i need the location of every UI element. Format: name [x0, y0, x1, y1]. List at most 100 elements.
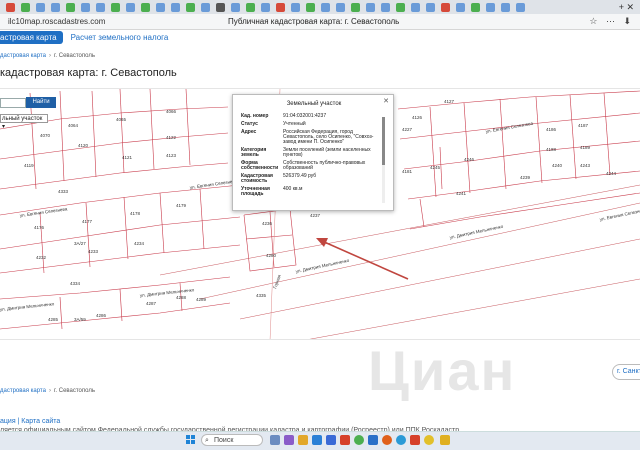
taskbar-search[interactable]: ⌕ Поиск	[201, 434, 263, 446]
parcel-label[interactable]: 4066	[166, 109, 177, 114]
breadcrumb-parent[interactable]: дастровая карта	[0, 388, 46, 394]
parcel-label[interactable]: 4178	[130, 211, 141, 216]
folder-icon[interactable]	[298, 435, 308, 445]
close-icon[interactable]: ✕	[383, 97, 389, 105]
parcel-label[interactable]: 4246	[464, 157, 475, 162]
tab-favicon[interactable]	[81, 2, 90, 12]
store-icon[interactable]	[326, 435, 336, 445]
find-button[interactable]: Найти	[26, 97, 56, 108]
parcel-label[interactable]: 4288	[176, 295, 187, 300]
parcel-label[interactable]: 4121	[122, 155, 133, 160]
parcel-label[interactable]: 4065	[116, 117, 127, 122]
parcel-label[interactable]: 4177	[82, 219, 93, 224]
tab-favicon[interactable]	[36, 2, 45, 12]
tab-favicon[interactable]	[96, 2, 105, 12]
tab-favicon[interactable]	[321, 2, 330, 12]
tab-favicon[interactable]	[141, 2, 150, 12]
window-controls-icon[interactable]: ☆ ⋯ ⬇	[589, 16, 634, 27]
breadcrumb-parent[interactable]: дастровая карта	[0, 53, 46, 59]
parcel-label[interactable]: 4241	[456, 191, 467, 196]
parcel-label[interactable]: 4286	[96, 313, 107, 318]
tab-favicon[interactable]	[351, 2, 360, 12]
parcel-label[interactable]: 4335	[256, 293, 267, 298]
cadastral-search-input[interactable]	[0, 98, 26, 108]
parcel-label[interactable]: 3А/27	[74, 241, 86, 246]
parcel-label[interactable]: 4119	[24, 163, 34, 168]
parcel-label[interactable]: 4127	[444, 99, 455, 104]
tab-favicon[interactable]	[516, 2, 525, 12]
parcel-label[interactable]: 4280	[266, 253, 277, 258]
parcel-label[interactable]: 4188	[546, 147, 557, 152]
nav-item-cadastral-map[interactable]: астровая карта	[0, 30, 63, 44]
parcel-label[interactable]: 4179	[176, 203, 187, 208]
app-icon[interactable]	[382, 435, 392, 445]
tab-favicon[interactable]	[396, 2, 405, 12]
parcel-label[interactable]: 4186	[546, 127, 557, 132]
tab-favicon[interactable]	[186, 2, 195, 12]
parcel-label[interactable]: 4287	[146, 301, 157, 306]
parcel-label[interactable]: 4236	[262, 221, 273, 226]
tab-favicon[interactable]	[21, 2, 30, 12]
parcel-label[interactable]: 3А/59	[74, 317, 86, 322]
city-button[interactable]: г. Санкт	[612, 364, 640, 380]
app-icon[interactable]	[284, 435, 294, 445]
parcel-label[interactable]: 4232	[36, 255, 47, 260]
parcel-label[interactable]: 4126	[412, 115, 423, 120]
popup-scrollbar[interactable]	[382, 117, 385, 203]
tab-favicon[interactable]	[336, 2, 345, 12]
parcel-label[interactable]: 4245	[430, 165, 441, 170]
scrollbar-thumb[interactable]	[382, 117, 385, 165]
tab-favicon[interactable]	[261, 2, 270, 12]
tab-favicon[interactable]	[246, 2, 255, 12]
parcel-label[interactable]: 4120	[78, 143, 89, 148]
new-tab-icon[interactable]: + ✕	[619, 2, 634, 13]
tab-favicon[interactable]	[216, 2, 225, 12]
tab-favicon[interactable]	[306, 2, 315, 12]
parcel-label[interactable]: 4243	[580, 163, 591, 168]
parcel-label[interactable]: 4187	[578, 123, 589, 128]
parcel-label[interactable]: 4123	[166, 153, 177, 158]
app-icon[interactable]	[410, 435, 420, 445]
parcel-label[interactable]: 4333	[58, 189, 69, 194]
parcel-label[interactable]: 4064	[68, 123, 79, 128]
word-icon[interactable]	[368, 435, 378, 445]
tab-favicon[interactable]	[66, 2, 75, 12]
parcel-label[interactable]: 4334	[70, 281, 81, 286]
tab-favicon[interactable]	[201, 2, 210, 12]
tab-favicon[interactable]	[231, 2, 240, 12]
url-text[interactable]: ilc10map.roscadastres.com	[8, 17, 105, 26]
parcel-label[interactable]: 4181	[402, 169, 413, 174]
office-icon[interactable]	[340, 435, 350, 445]
tab-favicon[interactable]	[276, 2, 285, 12]
parcel-label[interactable]: 4237	[310, 213, 321, 218]
app-icon[interactable]	[396, 435, 406, 445]
address-bar[interactable]: ilc10map.roscadastres.com Публичная када…	[0, 14, 640, 30]
parcel-label[interactable]: 4234	[134, 241, 145, 246]
parcel-label[interactable]: 4189	[580, 145, 591, 150]
parcel-label[interactable]: 4227	[402, 127, 413, 132]
tab-favicon[interactable]	[486, 2, 495, 12]
tab-favicon[interactable]	[501, 2, 510, 12]
tab-favicon[interactable]	[6, 2, 15, 12]
tab-favicon[interactable]	[126, 2, 135, 12]
tab-favicon[interactable]	[441, 2, 450, 12]
tab-favicon[interactable]	[51, 2, 60, 12]
tab-favicon[interactable]	[366, 2, 375, 12]
parcel-label[interactable]: 4239	[520, 175, 531, 180]
footer-links[interactable]: ация | Карта сайта	[0, 418, 60, 425]
edge-icon[interactable]	[312, 435, 322, 445]
tab-favicon[interactable]	[426, 2, 435, 12]
parcel-label[interactable]: 4240	[552, 163, 563, 168]
parcel-label[interactable]: 4289	[196, 297, 207, 302]
tab-favicon[interactable]	[411, 2, 420, 12]
tab-favicon[interactable]	[471, 2, 480, 12]
parcel-label[interactable]: 4285	[48, 317, 59, 322]
tab-favicon[interactable]	[381, 2, 390, 12]
nav-item-land-tax[interactable]: Расчет земельного налога	[71, 33, 169, 42]
windows-start-icon[interactable]	[186, 435, 196, 445]
tab-favicon[interactable]	[111, 2, 120, 12]
parcel-label[interactable]: 4233	[88, 249, 99, 254]
parcel-label[interactable]: 4122	[166, 135, 177, 140]
parcel-label[interactable]: 4244	[606, 171, 617, 176]
chrome-icon[interactable]	[424, 435, 434, 445]
